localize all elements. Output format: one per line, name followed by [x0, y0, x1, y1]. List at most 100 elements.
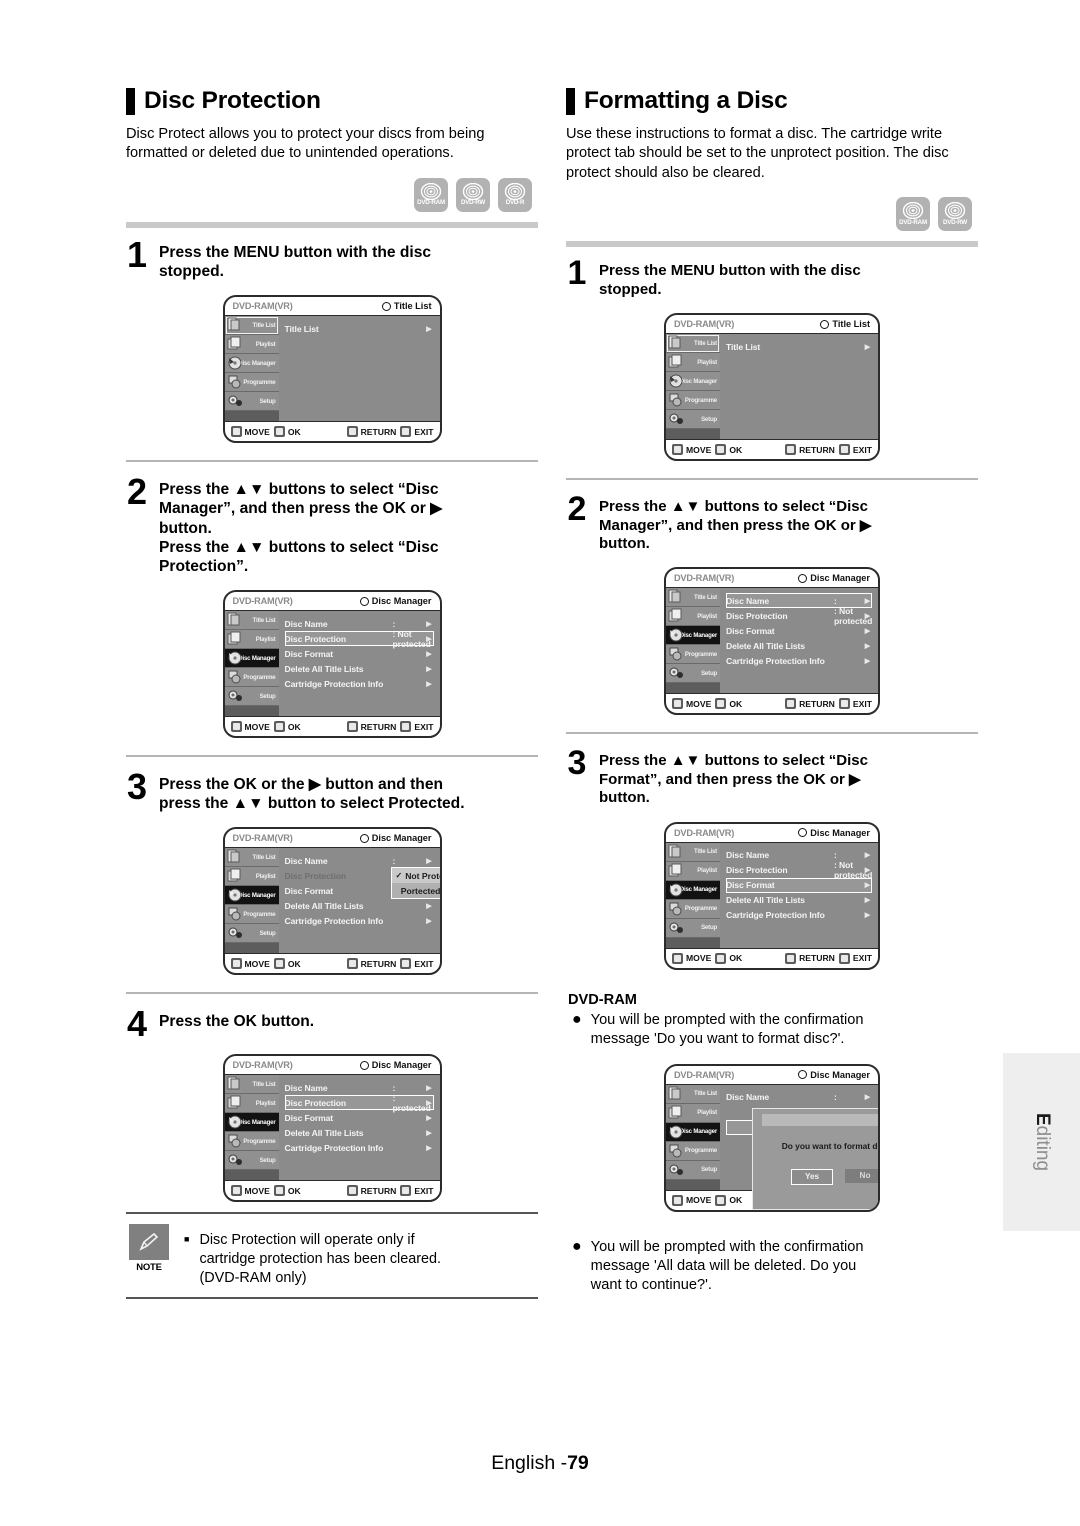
menu-row-cartridge-protection-info[interactable]: Cartridge Protection Info ▶	[285, 1140, 434, 1155]
footbar-return[interactable]: RETURN	[346, 1185, 396, 1197]
disc-protection-dropdown[interactable]: ✓ Not Protected Portected	[390, 867, 440, 900]
sidebar-item-disc-manager[interactable]: Disc Manager	[224, 886, 279, 906]
footbar-ok[interactable]: OK	[273, 426, 301, 438]
footbar-ok[interactable]: OK	[273, 1185, 301, 1197]
sidebar-item-disc-manager[interactable]: Disc Manager	[224, 1113, 279, 1133]
sidebar-item-title-list[interactable]: Title List	[224, 316, 279, 336]
sidebar-item-title-list[interactable]: Title List	[666, 1084, 720, 1104]
sidebar-item-setup[interactable]: Setup	[224, 1151, 279, 1171]
menu-row-delete-all-title-lists[interactable]: Delete All Title Lists ▶	[726, 638, 872, 653]
sidebar-item-setup[interactable]: Setup	[224, 924, 279, 944]
footbar-exit[interactable]: EXIT	[400, 426, 434, 438]
footbar-label: RETURN	[360, 721, 397, 732]
tv-content: Title List ▶	[278, 316, 440, 422]
sidebar-item-disc-manager[interactable]: Disc Manager	[666, 1122, 720, 1142]
footbar-move[interactable]: MOVE	[230, 958, 270, 970]
sidebar-item-playlist[interactable]: Playlist	[224, 335, 279, 355]
sidebar-item-title-list[interactable]: Title List	[666, 588, 720, 608]
sidebar-item-programme[interactable]: Programme	[666, 1141, 720, 1161]
sidebar-item-disc-manager[interactable]: Disc Manager	[224, 354, 279, 374]
menu-row-delete-all-title-lists[interactable]: Delete All Title Lists ▶	[285, 898, 434, 913]
sidebar-item-playlist[interactable]: Playlist	[666, 1103, 720, 1123]
menu-row-disc-format[interactable]: Disc Format ▶	[726, 623, 872, 638]
menu-row-cartridge-protection-info[interactable]: Cartridge Protection Info ▶	[285, 913, 434, 928]
menu-row-title-list[interactable]: Title List ▶	[726, 339, 872, 354]
side-tab-text: Editing	[1031, 1113, 1053, 1171]
footbar-exit[interactable]: EXIT	[400, 958, 434, 970]
sidebar-item-setup[interactable]: Setup	[666, 664, 720, 684]
sidebar-item-programme[interactable]: Programme	[666, 899, 720, 919]
sidebar-item-setup[interactable]: Setup	[224, 687, 279, 707]
footbar-return[interactable]: RETURN	[346, 958, 396, 970]
sidebar-item-programme[interactable]: Programme	[224, 668, 279, 688]
sidebar-item-setup[interactable]: Setup	[666, 918, 720, 938]
footbar-ok[interactable]: OK	[715, 1194, 742, 1206]
menu-row-disc-format[interactable]: Disc Format ▶	[285, 1110, 434, 1125]
footbar-exit[interactable]: EXIT	[400, 1185, 434, 1197]
footbar-return[interactable]: RETURN	[785, 444, 835, 456]
footbar-move[interactable]: MOVE	[230, 426, 270, 438]
footbar-ok[interactable]: OK	[715, 952, 742, 964]
sidebar-item-setup[interactable]: Setup	[666, 1160, 720, 1180]
menu-row-disc-format[interactable]: Disc Format ▶	[285, 646, 434, 661]
sidebar-item-programme[interactable]: Programme	[224, 1132, 279, 1152]
menu-row-cartridge-protection-info[interactable]: Cartridge Protection Info ▶	[726, 653, 872, 668]
sidebar-item-programme[interactable]: Programme	[224, 373, 279, 393]
sidebar-item-title-list[interactable]: Title List	[224, 1075, 279, 1095]
menu-row-disc-name[interactable]: Disc Name : ▶	[726, 1090, 872, 1105]
footbar-ok[interactable]: OK	[715, 444, 742, 456]
menu-row-title-list[interactable]: Title List ▶	[285, 321, 434, 336]
footbar-exit[interactable]: EXIT	[838, 444, 872, 456]
sidebar-item-title-list[interactable]: Title List	[224, 611, 279, 631]
footbar-move[interactable]: MOVE	[672, 1194, 711, 1206]
footbar-exit[interactable]: EXIT	[400, 721, 434, 733]
footbar-return[interactable]: RETURN	[346, 721, 397, 733]
sidebar-item-setup[interactable]: Setup	[666, 410, 720, 430]
footbar-return[interactable]: RETURN	[785, 698, 835, 710]
sidebar-item-programme[interactable]: Programme	[666, 645, 720, 665]
footbar-ok[interactable]: OK	[273, 958, 301, 970]
sidebar-item-playlist[interactable]: Playlist	[666, 353, 720, 373]
sidebar-item-playlist[interactable]: Playlist	[224, 630, 279, 650]
dropdown-option-protected[interactable]: Portected	[392, 883, 440, 898]
menu-row-delete-all-title-lists[interactable]: Delete All Title Lists ▶	[726, 893, 872, 908]
footbar-move[interactable]: MOVE	[672, 698, 711, 710]
dropdown-option-not-protected[interactable]: ✓ Not Protected	[391, 868, 440, 884]
sidebar-item-title-list[interactable]: Title List	[666, 842, 720, 862]
menu-row-disc-protection[interactable]: Disc Protection : Not protected ▶	[726, 606, 872, 626]
sidebar-item-playlist[interactable]: Playlist	[224, 867, 279, 887]
sidebar-item-programme[interactable]: Programme	[666, 391, 720, 411]
menu-row-disc-format[interactable]: Disc Format ▶	[726, 877, 872, 893]
sidebar-item-disc-manager[interactable]: Disc Manager	[666, 372, 720, 392]
footbar-move[interactable]: MOVE	[230, 1185, 270, 1197]
sidebar-item-disc-manager[interactable]: Disc Manager	[666, 880, 720, 900]
menu-row-disc-protection[interactable]: Disc Protection : protected ▶	[284, 1093, 434, 1113]
menu-row-disc-protection[interactable]: Disc Protection : Not protected ▶	[284, 629, 434, 649]
menu-row-disc-name[interactable]: Disc Name : ▶	[285, 853, 434, 868]
sidebar-item-playlist[interactable]: Playlist	[224, 1094, 279, 1114]
dialog-no-button[interactable]: No	[845, 1168, 878, 1183]
footbar-ok[interactable]: OK	[273, 721, 301, 733]
menu-row-delete-all-title-lists[interactable]: Delete All Title Lists ▶	[285, 1125, 434, 1140]
footbar-return[interactable]: RETURN	[785, 952, 835, 964]
sidebar-item-playlist[interactable]: Playlist	[666, 861, 720, 881]
footbar-ok[interactable]: OK	[715, 698, 742, 710]
sidebar-item-title-list[interactable]: Title List	[666, 334, 720, 354]
menu-row-delete-all-title-lists[interactable]: Delete All Title Lists ▶	[285, 661, 434, 676]
sidebar-item-disc-manager[interactable]: Disc Manager	[224, 649, 279, 669]
dialog-yes-button[interactable]: Yes	[791, 1168, 833, 1185]
menu-row-cartridge-protection-info[interactable]: Cartridge Protection Info ▶	[285, 676, 434, 691]
sidebar-item-title-list[interactable]: Title List	[224, 848, 279, 868]
footbar-move[interactable]: MOVE	[672, 952, 711, 964]
sidebar-item-programme[interactable]: Programme	[224, 905, 279, 925]
footbar-exit[interactable]: EXIT	[838, 952, 872, 964]
footbar-move[interactable]: MOVE	[230, 721, 270, 733]
menu-row-disc-protection[interactable]: Disc Protection : Not protected ▶	[726, 860, 872, 880]
footbar-move[interactable]: MOVE	[672, 444, 711, 456]
footbar-return[interactable]: RETURN	[346, 426, 396, 438]
menu-row-cartridge-protection-info[interactable]: Cartridge Protection Info ▶	[726, 908, 872, 923]
sidebar-item-playlist[interactable]: Playlist	[666, 607, 720, 627]
sidebar-item-setup[interactable]: Setup	[224, 392, 279, 412]
footbar-exit[interactable]: EXIT	[838, 698, 872, 710]
sidebar-item-disc-manager[interactable]: Disc Manager	[666, 626, 720, 646]
